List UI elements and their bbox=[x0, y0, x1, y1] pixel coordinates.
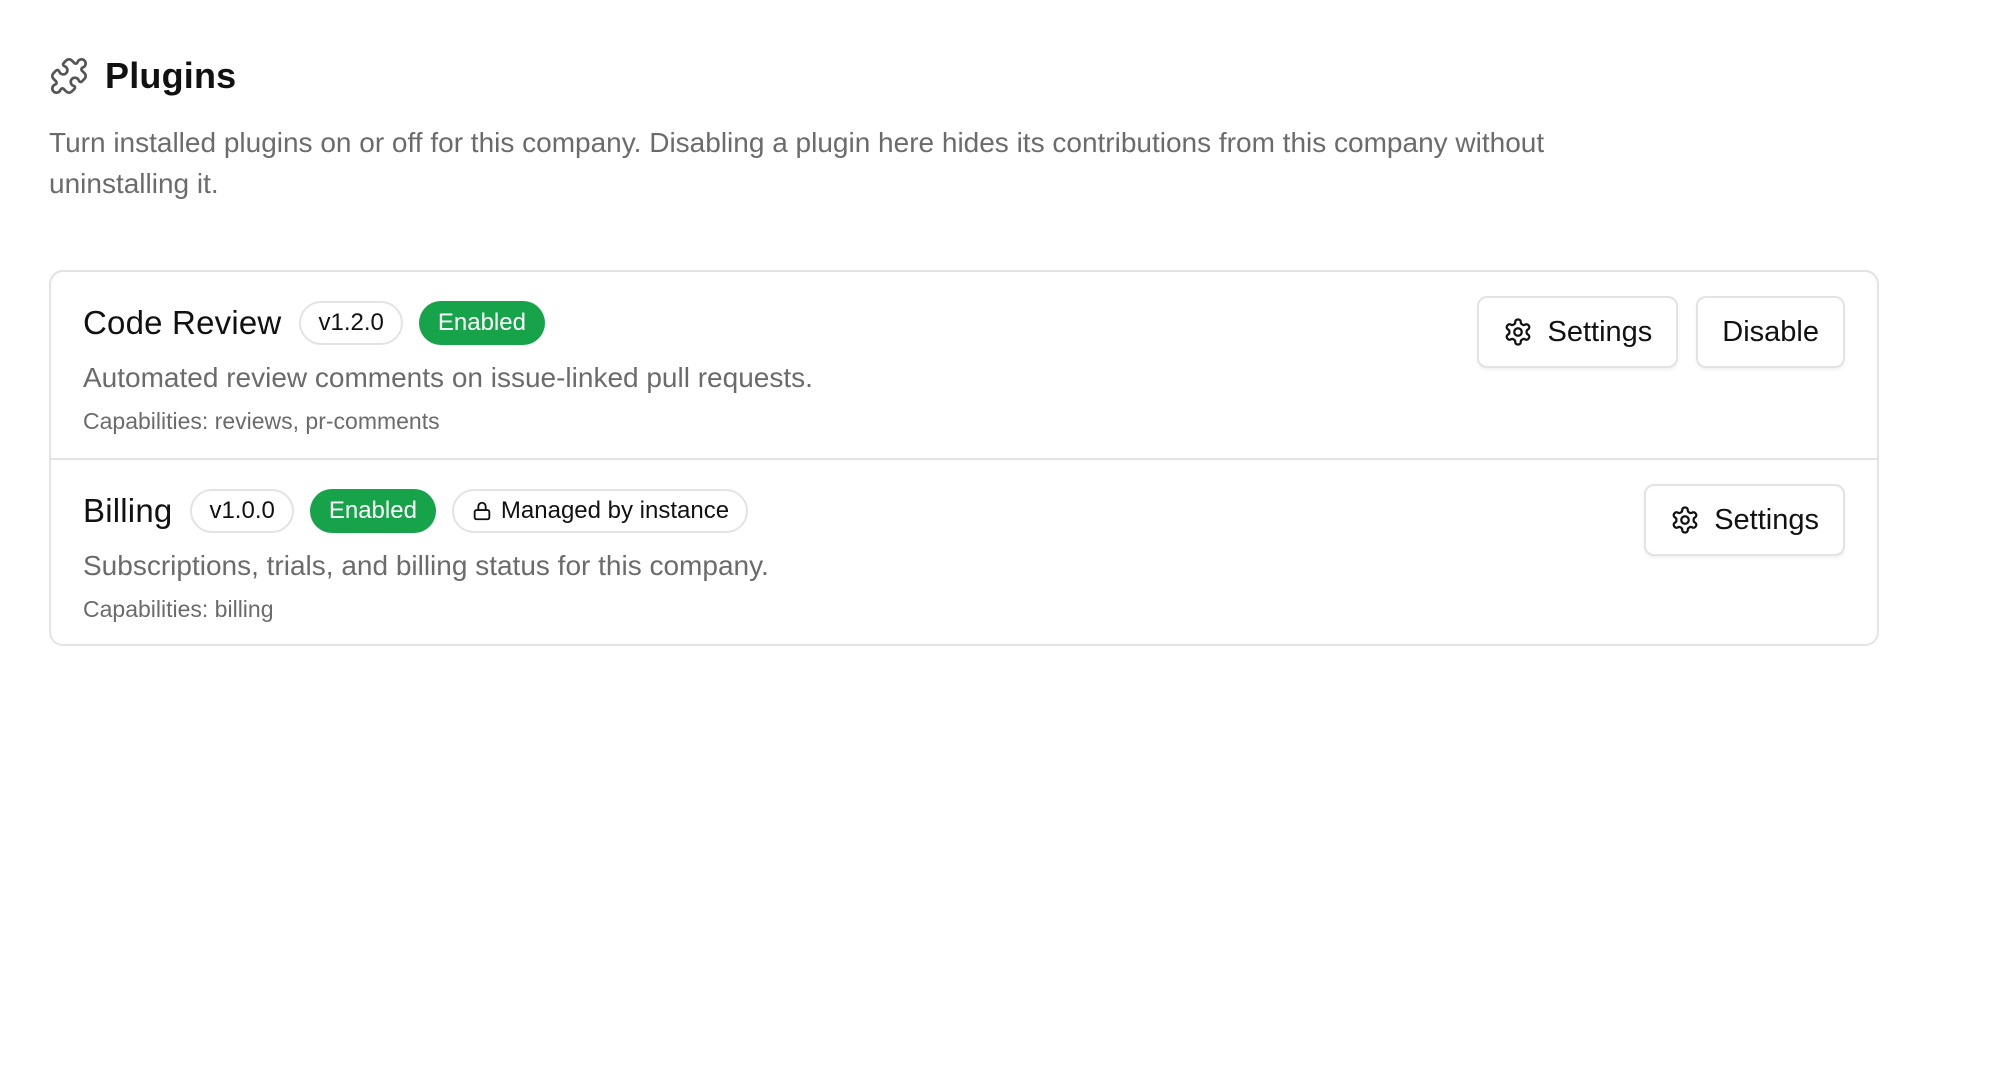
status-badge: Enabled bbox=[418, 301, 545, 345]
lock-icon bbox=[471, 500, 493, 522]
plugin-name: Code Review bbox=[83, 304, 282, 341]
gear-icon bbox=[1503, 317, 1533, 347]
page-description: Turn installed plugins on or off for thi… bbox=[49, 127, 1545, 199]
managed-badge-label: Managed by instance bbox=[500, 497, 730, 524]
plugin-name: Billing bbox=[83, 492, 173, 529]
disable-button[interactable]: Disable bbox=[1696, 296, 1845, 368]
settings-button[interactable]: Settings bbox=[1477, 296, 1679, 368]
plugin-row-code-review: Code Review v1.2.0 Enabled Automated rev… bbox=[51, 272, 1877, 458]
plugin-actions: Settings bbox=[1644, 484, 1845, 556]
plugin-actions: Settings Disable bbox=[1477, 296, 1845, 368]
plugin-capabilities: Capabilities: reviews, pr-comments bbox=[83, 408, 440, 434]
page-header: Plugins bbox=[49, 52, 1879, 100]
plugins-page: Plugins Turn installed plugins on or off… bbox=[49, 52, 1879, 646]
plugin-capabilities: Capabilities: billing bbox=[83, 596, 274, 622]
settings-button[interactable]: Settings bbox=[1644, 484, 1845, 556]
plugin-row-billing: Billing v1.0.0 Enabled Managed by instan… bbox=[51, 458, 1877, 644]
settings-button-label: Settings bbox=[1547, 315, 1653, 348]
puzzle-icon bbox=[49, 56, 89, 96]
page-title: Plugins bbox=[105, 55, 237, 96]
settings-button-label: Settings bbox=[1714, 503, 1819, 536]
version-badge: v1.2.0 bbox=[299, 301, 403, 345]
plugin-description: Subscriptions, trials, and billing statu… bbox=[83, 550, 769, 581]
plugin-title-line: Billing v1.0.0 Enabled Managed by instan… bbox=[83, 488, 1845, 534]
version-badge: v1.0.0 bbox=[190, 489, 294, 533]
status-badge: Enabled bbox=[309, 489, 436, 533]
gear-icon bbox=[1670, 505, 1700, 535]
managed-badge: Managed by instance bbox=[451, 489, 749, 533]
plugins-list: Code Review v1.2.0 Enabled Automated rev… bbox=[49, 270, 1879, 646]
